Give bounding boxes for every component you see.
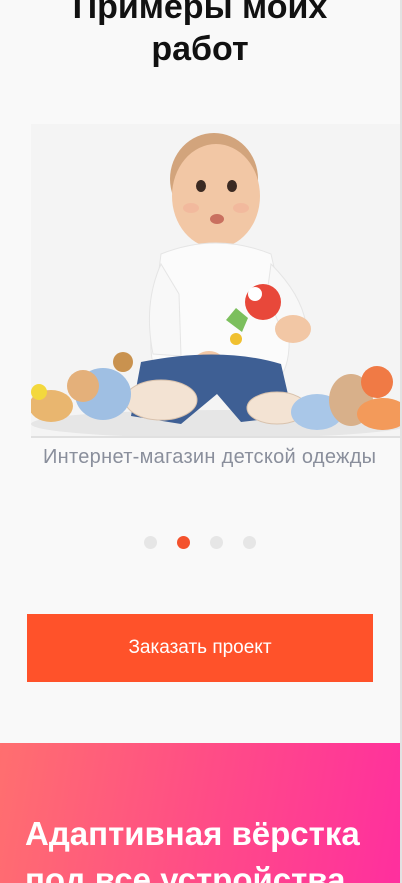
portfolio-slider[interactable]: Интернет-магазин детской одежды [31,124,402,476]
slider-pagination [144,536,256,549]
section-title-line-1: Примеры моих [72,0,328,26]
promo-title-line-1: Адаптивная вёрстка [25,815,360,852]
slide-image [31,124,402,438]
pagination-dot-3[interactable] [210,536,223,549]
page: Примеры моих работ Интернет-магазин детс… [0,0,402,883]
promo-title: Адаптивная вёрстка под все устройства [25,811,400,883]
slide-caption: Интернет-магазин детской одежды [43,446,377,468]
pagination-dot-2-active[interactable] [177,536,190,549]
pagination-dot-1[interactable] [144,536,157,549]
section-title-line-2: работ [151,30,249,68]
pagination-dot-4[interactable] [243,536,256,549]
promo-title-line-2: под все устройства [25,861,346,883]
section-title: Примеры моих работ [0,0,400,70]
order-project-button[interactable]: Заказать проект [27,614,373,682]
baby-photo-illustration [31,124,402,436]
adaptive-layout-section: Адаптивная вёрстка под все устройства [0,743,400,883]
